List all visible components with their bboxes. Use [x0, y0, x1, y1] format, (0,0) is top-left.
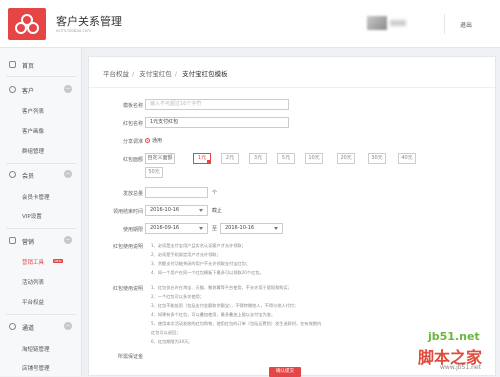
send-end-date-picker[interactable]: 2016-10-16	[145, 205, 208, 216]
usage-line: 红包可以退回；	[151, 330, 181, 335]
radio-general[interactable]	[145, 138, 150, 143]
collapse-icon[interactable]: −	[64, 236, 72, 244]
sidebar-item-activity-list[interactable]: 活动列表	[22, 278, 44, 286]
sidebar-item-short-link[interactable]: 淘短链管理	[22, 345, 50, 353]
use-period-end-picker[interactable]: 2016-10-16	[220, 223, 283, 234]
use-period-start-picker[interactable]: 2016-09-16	[145, 223, 208, 234]
denomination-option-label: 1元	[197, 155, 207, 161]
sidebar-item-shop-account[interactable]: 店铺号管理	[22, 364, 50, 372]
use-period-label: 使用期限	[122, 227, 143, 233]
rule-line: 2、必须是手机绑定用户才允许领取；	[151, 252, 221, 257]
channel-icon	[9, 323, 16, 330]
sidebar-divider	[6, 314, 76, 315]
denomination-option-2[interactable]: 2元	[221, 153, 239, 164]
sidebar-item-platform-rights[interactable]: 平台权益	[22, 298, 44, 306]
denomination-option-3[interactable]: 3元	[249, 153, 267, 164]
use-period-to: 至	[212, 226, 218, 232]
logout-link[interactable]: 退出	[460, 20, 472, 29]
breadcrumb-item[interactable]: 支付宝红包	[139, 70, 172, 78]
divider	[89, 87, 495, 88]
rules-label: 红包使用说明	[112, 244, 143, 250]
sidebar: 首页 客户 − 客户列表 客户画像 群组管理 会员 − 会员卡管理 VIP设置 …	[0, 48, 82, 376]
redpacket-name-input[interactable]: 1元支付红包	[145, 117, 289, 128]
sidebar-item-home[interactable]: 首页	[0, 57, 82, 73]
logo-icon	[15, 14, 39, 34]
app-title: 客户关系管理	[56, 15, 122, 28]
radio-general-label: 通用	[152, 138, 163, 144]
sidebar-divider	[6, 163, 76, 164]
sidebar-item-customer-list[interactable]: 客户列表	[22, 107, 44, 115]
denomination-option-1[interactable]: 1元	[193, 153, 211, 164]
user-icon	[9, 86, 16, 93]
sidebar-item-vip-settings[interactable]: VIP设置	[22, 212, 42, 220]
template-name-label: 模板名称	[122, 103, 143, 109]
watermark-site: jb51.net	[428, 330, 480, 343]
rule-line: 1、必须是支付宝用户且实名认证客户才允许领取；	[151, 243, 246, 248]
redpacket-name-label: 红包名称	[122, 121, 143, 127]
denomination-option-20[interactable]: 20元	[337, 153, 355, 164]
user-name-blurred[interactable]	[390, 20, 406, 26]
member-icon	[9, 171, 16, 178]
sidebar-item-customer-profile[interactable]: 客户画像	[22, 127, 44, 135]
usage-line: 2、一个红包可以多次使用；	[151, 294, 204, 299]
usage-line: 5、使用本次活动发放的红包购物，使用红包的订单（包括运费险）发生退款时，在有效期…	[151, 321, 322, 326]
custom-denomination-button[interactable]: 自定义面额	[145, 153, 175, 164]
usage-line: 3、红包不能抵用（包括支付金额和余额宝），不得转赠他人，不得与他人代付；	[151, 303, 299, 308]
sidebar-section-label: 客户	[22, 88, 35, 95]
breadcrumb: 平台权益 / 支付宝红包 / 支付宝红包模板	[103, 70, 228, 78]
sidebar-section-customer[interactable]: 客户 −	[0, 82, 82, 98]
rule-line: 4、同一个用户在同一个红包模板下最多可以领取20个红包。	[151, 270, 264, 275]
usage-label: 红包使用说明	[112, 286, 143, 292]
send-end-label: 领用结束时间	[112, 209, 143, 215]
sidebar-section-marketing[interactable]: 营销 −	[0, 233, 82, 249]
collapse-icon[interactable]: −	[64, 170, 72, 178]
main-panel: 平台权益 / 支付宝红包 / 支付宝红包模板 模板名称 输入不可超过16个字符 红包…	[88, 56, 496, 377]
collapse-icon[interactable]: −	[64, 85, 72, 93]
sidebar-section-label: 会员	[22, 173, 35, 180]
sidebar-item-marketing-tools[interactable]: 营销工具	[22, 258, 44, 266]
quantity-unit: 个	[212, 190, 218, 196]
sidebar-divider	[6, 228, 76, 229]
quantity-input[interactable]	[145, 187, 208, 198]
app-subtitle: ecrm.taobao.com	[56, 28, 92, 33]
usage-line: 6、红包期限为30天。	[151, 339, 193, 344]
sidebar-section-label: 营销	[22, 239, 35, 246]
denomination-option-40[interactable]: 40元	[398, 153, 416, 164]
sidebar-item-group-manage[interactable]: 群组管理	[22, 147, 44, 155]
guarantee-label: 所需保证金	[117, 354, 143, 360]
denomination-option-5[interactable]: 5元	[277, 153, 295, 164]
send-end-suffix: 截止	[212, 208, 223, 214]
breadcrumb-current: 支付宝红包模板	[182, 70, 228, 78]
distribution-label: 分享调准	[122, 139, 143, 145]
usage-line: 4、如果有多个红包，可以叠加使用，最多叠加上限以支付宝为准；	[151, 312, 276, 317]
denomination-option-10[interactable]: 10元	[305, 153, 323, 164]
watermark-url: www.jb51.net	[440, 364, 481, 371]
collapse-icon[interactable]: −	[64, 322, 72, 330]
header-divider	[444, 14, 445, 34]
breadcrumb-item[interactable]: 平台权益	[103, 70, 129, 78]
top-bar: 客户关系管理 ecrm.taobao.com 退出	[0, 0, 500, 48]
selected-check-icon	[207, 160, 211, 164]
sidebar-section-member[interactable]: 会员 −	[0, 167, 82, 183]
usage-line: 1、红包仅允许在淘宝、天猫、聚划算等平台使用，不允许用于提现和购买；	[151, 285, 292, 290]
sidebar-divider	[6, 76, 76, 77]
sidebar-item-member-card[interactable]: 会员卡管理	[22, 193, 50, 201]
user-avatar[interactable]	[367, 16, 387, 30]
marketing-icon	[9, 237, 16, 244]
app-logo[interactable]	[8, 8, 46, 40]
quantity-label: 发放总量	[122, 191, 143, 197]
sidebar-section-channel[interactable]: 通道 −	[0, 319, 82, 335]
home-icon	[9, 61, 16, 68]
denomination-label: 红包面额	[122, 157, 143, 163]
sidebar-home-label: 首页	[22, 63, 35, 70]
new-badge: NEW	[53, 259, 63, 263]
template-name-input[interactable]: 输入不可超过16个字符	[145, 99, 289, 110]
denomination-option-50[interactable]: 50元	[145, 167, 163, 178]
sidebar-section-label: 通道	[22, 325, 35, 332]
rule-line: 3、余额支付功能关闭的用户不允许领取支付宝红包；	[151, 261, 250, 266]
denomination-option-30[interactable]: 30元	[368, 153, 386, 164]
